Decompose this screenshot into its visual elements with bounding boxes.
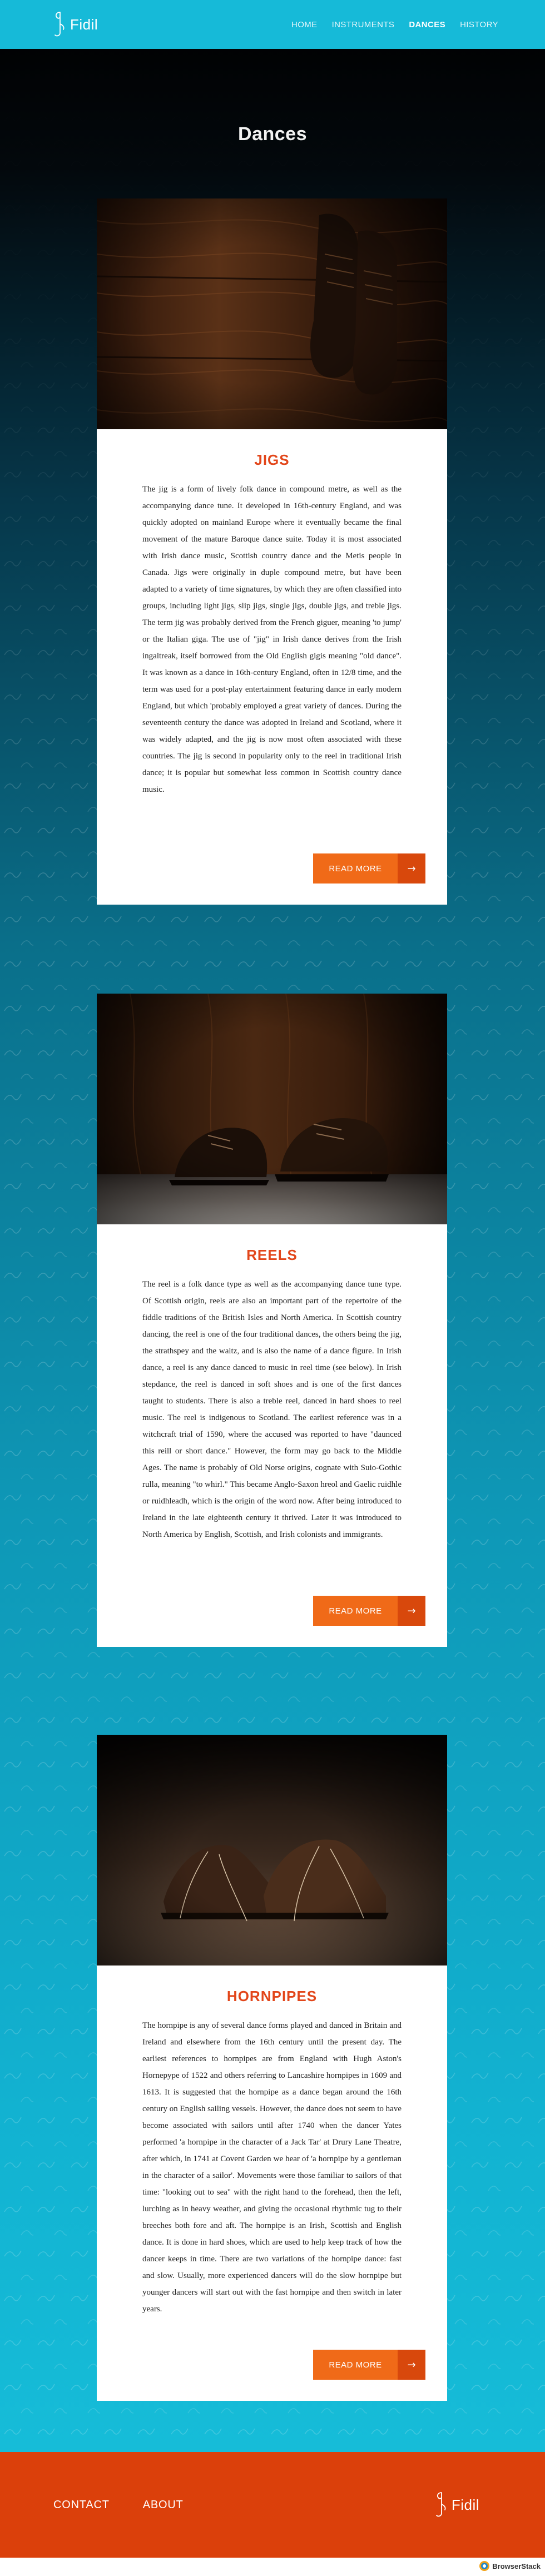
browserstack-logo-icon: [479, 2561, 490, 2571]
section-title: JIGS: [254, 451, 290, 468]
footer-brand-logo[interactable]: Fidil: [434, 2491, 479, 2519]
main-nav: HOME INSTRUMENTS DANCES HISTORY: [291, 20, 498, 29]
section-text: The jig is a form of lively folk dance i…: [142, 485, 402, 794]
section-title: HORNPIPES: [226, 1988, 318, 2004]
nav-item-history[interactable]: HISTORY: [460, 20, 498, 29]
dance-card-hornpipes: HORNPIPES The hornpipe is any of several…: [97, 1735, 447, 2401]
section-text: The hornpipe is any of several dance for…: [142, 2021, 402, 2314]
browserstack-badge: BrowserStack: [479, 2561, 541, 2571]
site-footer: CONTACT ABOUT Fidil: [0, 2452, 545, 2558]
brand-logo[interactable]: Fidil: [52, 11, 98, 38]
arrow-right-icon: →: [398, 1596, 425, 1626]
hard-shoes-photo: [97, 994, 447, 1224]
section-text: The reel is a folk dance type as well as…: [142, 1280, 402, 1539]
site-header: Fidil HOME INSTRUMENTS DANCES HISTORY: [0, 0, 545, 49]
page-title: Dances: [238, 123, 307, 145]
dance-card-jigs: JIGS The jig is a form of lively folk da…: [97, 198, 447, 905]
footer-links: CONTACT ABOUT: [53, 2499, 184, 2512]
read-more-button[interactable]: READ MORE →: [313, 1596, 425, 1626]
footer-link-about[interactable]: ABOUT: [143, 2499, 184, 2512]
footer-link-contact[interactable]: CONTACT: [53, 2499, 110, 2512]
dance-card-reels: REELS The reel is a folk dance type as w…: [97, 994, 447, 1647]
tap-shoes-photo: [97, 1735, 447, 1965]
dance-shoes-on-wood-photo: [97, 198, 447, 429]
fiddle-scroll-icon: [435, 2492, 446, 2517]
page-bottom-strip: BrowserStack: [0, 2558, 545, 2576]
read-more-label: READ MORE: [329, 1606, 382, 1616]
read-more-label: READ MORE: [329, 863, 382, 873]
fiddle-scroll-icon: [54, 12, 65, 37]
nav-item-home[interactable]: HOME: [291, 20, 318, 29]
nav-item-instruments[interactable]: INSTRUMENTS: [332, 20, 395, 29]
footer-brand-name: Fidil: [451, 2496, 479, 2513]
arrow-right-icon: →: [398, 853, 425, 884]
section-title: REELS: [246, 1247, 298, 1263]
read-more-label: READ MORE: [329, 2360, 382, 2370]
read-more-button[interactable]: READ MORE →: [313, 853, 425, 884]
nav-item-dances[interactable]: DANCES: [409, 20, 445, 29]
browserstack-label: BrowserStack: [492, 2562, 541, 2570]
arrow-right-icon: →: [398, 2350, 425, 2380]
read-more-button[interactable]: READ MORE →: [313, 2350, 425, 2380]
brand-name: Fidil: [70, 16, 98, 33]
